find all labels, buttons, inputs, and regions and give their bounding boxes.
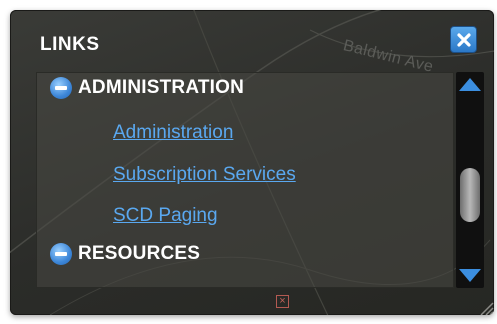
link-administration[interactable]: Administration (113, 122, 233, 144)
scroll-up-arrow-icon[interactable] (459, 78, 481, 91)
scroll-thumb[interactable] (460, 168, 480, 222)
map-marker-icon: × (276, 295, 289, 308)
close-button[interactable] (450, 26, 477, 53)
collapse-minus-icon[interactable] (50, 77, 72, 99)
vertical-scrollbar[interactable] (456, 72, 484, 288)
links-panel: Baldwin Ave LINKS ADMINISTRATION Adminis… (10, 10, 494, 315)
close-icon (456, 32, 471, 47)
collapse-minus-icon[interactable] (50, 243, 72, 265)
link-subscription-services[interactable]: Subscription Services (113, 164, 296, 186)
scroll-down-arrow-icon[interactable] (459, 269, 481, 282)
panel-title: LINKS (40, 34, 100, 55)
section-resources[interactable]: RESOURCES (50, 243, 200, 265)
link-scd-paging[interactable]: SCD Paging (113, 205, 218, 227)
section-label: RESOURCES (78, 243, 201, 264)
section-label: ADMINISTRATION (78, 77, 245, 98)
section-administration[interactable]: ADMINISTRATION (50, 77, 244, 99)
resize-grip-icon[interactable] (478, 300, 494, 315)
